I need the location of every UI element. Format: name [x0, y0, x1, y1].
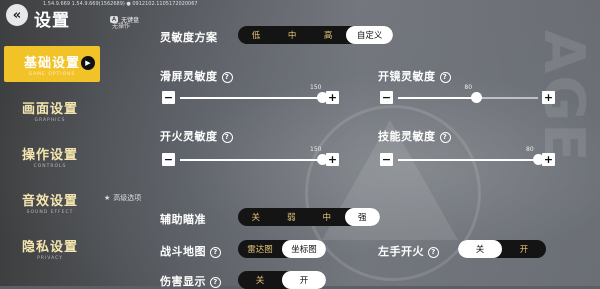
battle-map-label: 战斗地图? — [160, 243, 221, 259]
sidebar-item-label: 隐私设置 — [21, 240, 78, 255]
slider-value: 150 — [310, 146, 322, 153]
scope-sensitivity-slider[interactable]: − 80 + — [380, 84, 556, 110]
sidebar: 基础设置 GAME OPTIONS ▶ 画面设置 GRAPHICS 操作设置 C… — [0, 44, 100, 286]
advanced-options-label: 高级选项 — [113, 194, 142, 202]
fire-sensitivity-slider[interactable]: − 150 + — [162, 146, 340, 172]
preset-option-high[interactable]: 高 — [310, 26, 346, 44]
slider-fill — [398, 159, 538, 161]
aim-option-off[interactable]: 关 — [238, 208, 274, 226]
skill-sensitivity-text: 技能灵敏度 — [378, 130, 436, 143]
plus-icon[interactable]: + — [326, 91, 339, 104]
slider-fill — [180, 159, 322, 161]
sidebar-item-sublabel: SOUND EFFECT — [26, 210, 74, 215]
sensitivity-preset-selector: 低 中 高 自定义 — [238, 26, 393, 44]
damage-option-on[interactable]: 开 — [282, 271, 326, 289]
screen-sensitivity-text: 滑屏灵敏度 — [160, 70, 218, 83]
slider-value: 80 — [464, 84, 473, 91]
fire-sensitivity-text: 开火灵敏度 — [160, 130, 218, 143]
skill-sensitivity-slider[interactable]: − 80 + — [380, 146, 556, 172]
skill-sensitivity-label: 技能灵敏度? — [378, 128, 451, 144]
sub-hint: 无操作 — [112, 23, 131, 30]
question-circle-icon[interactable]: ? — [221, 131, 233, 143]
plus-icon[interactable]: + — [542, 153, 555, 166]
left-fire-toggle: 关 开 — [458, 240, 546, 258]
minus-icon[interactable]: − — [162, 153, 175, 166]
aim-assist-label: 辅助瞄准 — [160, 213, 206, 226]
preset-option-low[interactable]: 低 — [238, 26, 274, 44]
sidebar-item-controls[interactable]: 操作设置 CONTROLS — [0, 138, 100, 174]
sidebar-item-sublabel: GAME OPTIONS — [28, 72, 76, 77]
question-circle-icon[interactable]: ? — [210, 246, 221, 258]
sidebar-item-game-options[interactable]: 基础设置 GAME OPTIONS ▶ — [4, 46, 100, 82]
minus-icon[interactable]: − — [380, 91, 393, 104]
map-option-radar[interactable]: 雷达图 — [238, 240, 282, 258]
slider-handle[interactable] — [470, 92, 482, 103]
preset-option-custom[interactable]: 自定义 — [346, 26, 393, 44]
fire-sensitivity-label: 开火灵敏度? — [160, 128, 233, 144]
star-icon: ★ — [104, 194, 111, 202]
minus-icon[interactable]: − — [380, 153, 393, 166]
back-button[interactable]: « — [6, 4, 28, 26]
slider-fill — [180, 97, 322, 99]
minus-icon[interactable]: − — [162, 91, 175, 104]
question-circle-icon[interactable]: ? — [439, 71, 451, 83]
aim-option-medium[interactable]: 中 — [309, 208, 345, 226]
slider-value: 80 — [526, 146, 534, 153]
sidebar-item-label: 操作设置 — [21, 148, 78, 163]
aim-option-weak[interactable]: 弱 — [274, 208, 310, 226]
slider-value: 150 — [310, 84, 322, 91]
sidebar-item-graphics[interactable]: 画面设置 GRAPHICS — [0, 92, 100, 128]
page-title: 设置 — [34, 11, 70, 31]
aim-option-strong[interactable]: 强 — [344, 208, 380, 226]
battle-map-selector: 雷达图 坐标图 — [238, 240, 326, 258]
sidebar-item-sublabel: CONTROLS — [33, 164, 67, 169]
battle-map-text: 战斗地图 — [160, 245, 206, 258]
advanced-options-header: ★ 高级选项 — [104, 193, 141, 203]
plus-icon[interactable]: + — [326, 153, 339, 166]
damage-display-text: 伤害显示 — [160, 275, 206, 288]
screen-sensitivity-slider[interactable]: − 150 + — [162, 84, 340, 110]
sidebar-item-privacy[interactable]: 隐私设置 PRIVACY — [0, 230, 100, 266]
sidebar-item-label: 画面设置 — [21, 102, 78, 117]
play-icon: ▶ — [81, 56, 95, 70]
left-fire-option-off[interactable]: 关 — [458, 240, 502, 258]
sidebar-item-sublabel: GRAPHICS — [34, 118, 66, 123]
damage-display-toggle: 关 开 — [238, 271, 326, 289]
question-circle-icon[interactable]: ? — [428, 246, 439, 258]
scope-sensitivity-text: 开镜灵敏度 — [378, 70, 436, 83]
left-fire-text: 左手开火 — [378, 245, 424, 258]
sensitivity-preset-label: 灵敏度方案 — [160, 31, 218, 44]
sidebar-item-sublabel: PRIVACY — [37, 256, 63, 261]
sidebar-item-label: 音效设置 — [21, 194, 78, 209]
sidebar-item-sound[interactable]: 音效设置 SOUND EFFECT — [0, 184, 100, 220]
question-circle-icon[interactable]: ? — [439, 131, 451, 143]
screen-sensitivity-label: 滑屏灵敏度? — [160, 68, 233, 84]
question-circle-icon[interactable]: ? — [221, 71, 233, 83]
left-fire-option-on[interactable]: 开 — [502, 240, 546, 258]
aim-assist-selector: 关 弱 中 强 — [238, 208, 380, 226]
left-fire-label: 左手开火? — [378, 243, 439, 259]
preset-option-mid[interactable]: 中 — [274, 26, 310, 44]
damage-display-label: 伤害显示? — [160, 273, 221, 289]
double-chevron-left-icon: « — [12, 7, 22, 23]
map-option-coordinate[interactable]: 坐标图 — [282, 240, 326, 258]
scope-sensitivity-label: 开镜灵敏度? — [378, 68, 451, 84]
damage-option-off[interactable]: 关 — [238, 271, 282, 289]
slider-fill — [398, 97, 477, 99]
plus-icon[interactable]: + — [542, 91, 555, 104]
